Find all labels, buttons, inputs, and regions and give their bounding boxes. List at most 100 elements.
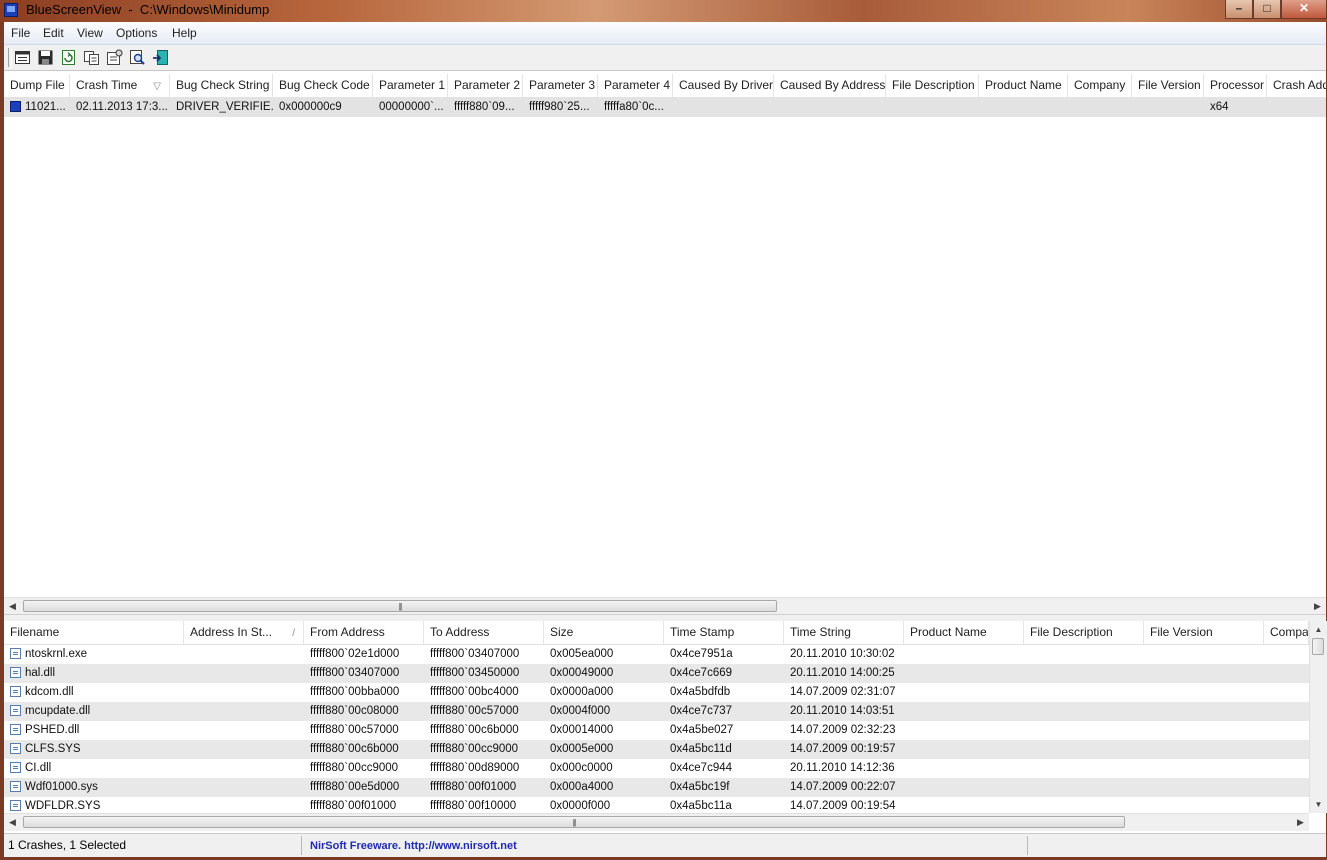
column-header[interactable]: Bug Check Code bbox=[273, 74, 373, 97]
scroll-left-icon[interactable]: ◀ bbox=[4, 598, 21, 615]
scroll-right-icon[interactable]: ▶ bbox=[1292, 814, 1309, 831]
product-name-cell bbox=[904, 645, 1024, 664]
menu-options[interactable]: Options bbox=[116, 26, 157, 40]
sort-indicator-icon: / bbox=[292, 628, 295, 639]
column-header[interactable]: Time String bbox=[784, 621, 904, 644]
column-header[interactable]: File Description bbox=[1024, 621, 1144, 644]
column-header[interactable]: Company bbox=[1264, 621, 1309, 644]
driver-row[interactable]: CLFS.SYS fffff880`00c6b000 fffff880`00cc90… bbox=[4, 740, 1309, 759]
time-stamp-cell: 0x4ce7c944 bbox=[670, 762, 733, 774]
file-version-cell bbox=[1144, 759, 1264, 778]
column-header[interactable]: Parameter 3 bbox=[523, 74, 598, 97]
column-header[interactable]: Parameter 1 bbox=[373, 74, 448, 97]
column-header[interactable]: Parameter 4 bbox=[598, 74, 673, 97]
column-header-address-in-stack[interactable]: Address In St... / bbox=[184, 621, 304, 644]
app-icon[interactable] bbox=[4, 3, 18, 17]
menu-view[interactable]: View bbox=[77, 26, 103, 40]
vertical-scroll-thumb[interactable] bbox=[1312, 638, 1324, 655]
address-in-stack-cell bbox=[184, 664, 304, 683]
driver-file-icon bbox=[10, 686, 21, 697]
find-icon[interactable] bbox=[129, 49, 146, 66]
company-cell bbox=[1264, 778, 1309, 797]
menu-file[interactable]: File bbox=[11, 26, 30, 40]
column-header[interactable]: From Address bbox=[304, 621, 424, 644]
product-name-cell bbox=[904, 740, 1024, 759]
file-description-cell bbox=[1024, 664, 1144, 683]
column-header[interactable]: Company bbox=[1068, 74, 1132, 97]
driver-table-vscrollbar[interactable]: ▲ ▼ bbox=[1309, 621, 1327, 813]
driver-row[interactable]: WDFLDR.SYS fffff880`00f01000 fffff880`00f1… bbox=[4, 797, 1309, 813]
driver-row[interactable]: CI.dll fffff880`00cc9000 fffff880`00d89000… bbox=[4, 759, 1309, 778]
save-icon[interactable] bbox=[37, 49, 54, 66]
time-string-cell: 14.07.2009 02:32:23 bbox=[790, 724, 896, 736]
close-button[interactable]: ✕ bbox=[1281, 0, 1327, 19]
maximize-button[interactable]: □ bbox=[1253, 0, 1281, 19]
column-header-label: Crash Time bbox=[76, 78, 138, 92]
driver-row[interactable]: hal.dll fffff800`03407000 fffff800`0345000… bbox=[4, 664, 1309, 683]
column-header[interactable]: Product Name bbox=[979, 74, 1068, 97]
properties-icon[interactable] bbox=[14, 49, 31, 66]
column-header[interactable]: Caused By Address bbox=[774, 74, 886, 97]
driver-row[interactable]: ntoskrnl.exe fffff800`02e1d000 fffff800`03… bbox=[4, 645, 1309, 664]
minimize-button[interactable]: – bbox=[1225, 0, 1253, 19]
scroll-down-icon[interactable]: ▼ bbox=[1310, 796, 1327, 813]
to-address-cell: fffff880`00cc9000 bbox=[430, 743, 519, 755]
column-header[interactable]: Parameter 2 bbox=[448, 74, 523, 97]
refresh-icon[interactable] bbox=[60, 49, 77, 66]
scroll-up-icon[interactable]: ▲ bbox=[1310, 621, 1327, 638]
scroll-left-icon[interactable]: ◀ bbox=[4, 814, 21, 831]
menu-edit[interactable]: Edit bbox=[43, 26, 64, 40]
driver-row[interactable]: Wdf01000.sys fffff880`00e5d000 fffff880`00… bbox=[4, 778, 1309, 797]
driver-filename: mcupdate.dll bbox=[25, 705, 91, 717]
file-description-cell bbox=[1024, 797, 1144, 813]
to-address-cell: fffff880`00f01000 bbox=[430, 781, 517, 793]
driver-row[interactable]: mcupdate.dll fffff880`00c08000 fffff880`00… bbox=[4, 702, 1309, 721]
time-string-cell: 14.07.2009 00:22:07 bbox=[790, 781, 896, 793]
to-address-cell: fffff880`00f10000 bbox=[430, 800, 517, 812]
crash-row[interactable]: 11021... 02.11.2013 17:3... DRIVER_VERIF… bbox=[4, 98, 1326, 117]
filename-cell: Wdf01000.sys bbox=[4, 778, 184, 797]
bug-check-string-cell: DRIVER_VERIFIE... bbox=[176, 101, 273, 113]
exit-icon[interactable] bbox=[152, 49, 169, 66]
scroll-thumb[interactable]: ||| bbox=[23, 816, 1125, 828]
column-header[interactable]: Bug Check String bbox=[170, 74, 273, 97]
nirsoft-link[interactable]: NirSoft Freeware. http://www.nirsoft.net bbox=[310, 840, 517, 852]
size-cell: 0x000a4000 bbox=[550, 781, 614, 793]
size-cell: 0x000c0000 bbox=[550, 762, 613, 774]
time-string-cell: 20.11.2010 10:30:02 bbox=[790, 648, 895, 660]
column-header[interactable]: Product Name bbox=[904, 621, 1024, 644]
column-header[interactable]: Caused By Driver bbox=[673, 74, 774, 97]
scroll-thumb[interactable]: ||| bbox=[23, 600, 777, 612]
sort-descending-icon: ▽ bbox=[153, 81, 161, 92]
company-cell bbox=[1264, 645, 1309, 664]
scroll-right-icon[interactable]: ▶ bbox=[1309, 598, 1326, 615]
column-header[interactable]: Dump File bbox=[4, 74, 70, 97]
column-header-crash-time[interactable]: Crash Time ▽ bbox=[70, 74, 170, 97]
product-name-cell bbox=[904, 759, 1024, 778]
menu-help[interactable]: Help bbox=[172, 26, 197, 40]
file-description-cell bbox=[1024, 683, 1144, 702]
driver-row[interactable]: kdcom.dll fffff800`00bba000 fffff800`00bc4… bbox=[4, 683, 1309, 702]
driver-row[interactable]: PSHED.dll fffff880`00c57000 fffff880`00c6b… bbox=[4, 721, 1309, 740]
filename-cell: WDFLDR.SYS bbox=[4, 797, 184, 813]
from-address-cell: fffff880`00c6b000 bbox=[310, 743, 399, 755]
column-header[interactable]: File Description bbox=[886, 74, 979, 97]
advanced-options-icon[interactable] bbox=[106, 49, 123, 66]
column-header[interactable]: Filename bbox=[4, 621, 184, 644]
toolbar bbox=[4, 45, 1326, 71]
time-stamp-cell: 0x4a5bdfdb bbox=[670, 686, 731, 698]
driver-filename: CI.dll bbox=[25, 762, 52, 774]
driver-file-icon bbox=[10, 667, 21, 678]
column-header[interactable]: File Version bbox=[1144, 621, 1264, 644]
column-header[interactable]: Processor bbox=[1204, 74, 1267, 97]
column-header[interactable]: To Address bbox=[424, 621, 544, 644]
column-header[interactable]: Time Stamp bbox=[664, 621, 784, 644]
crash-table-hscrollbar[interactable]: ◀ ||| ▶ bbox=[4, 597, 1326, 615]
column-header[interactable]: Size bbox=[544, 621, 664, 644]
column-header[interactable]: File Version bbox=[1132, 74, 1204, 97]
column-header[interactable]: Crash Address bbox=[1267, 74, 1326, 97]
driver-table-hscrollbar[interactable]: ◀ ||| ▶ bbox=[4, 813, 1309, 831]
driver-file-icon bbox=[10, 800, 21, 811]
status-crash-count: 1 Crashes, 1 Selected bbox=[4, 836, 302, 855]
copy-icon[interactable] bbox=[83, 49, 100, 66]
